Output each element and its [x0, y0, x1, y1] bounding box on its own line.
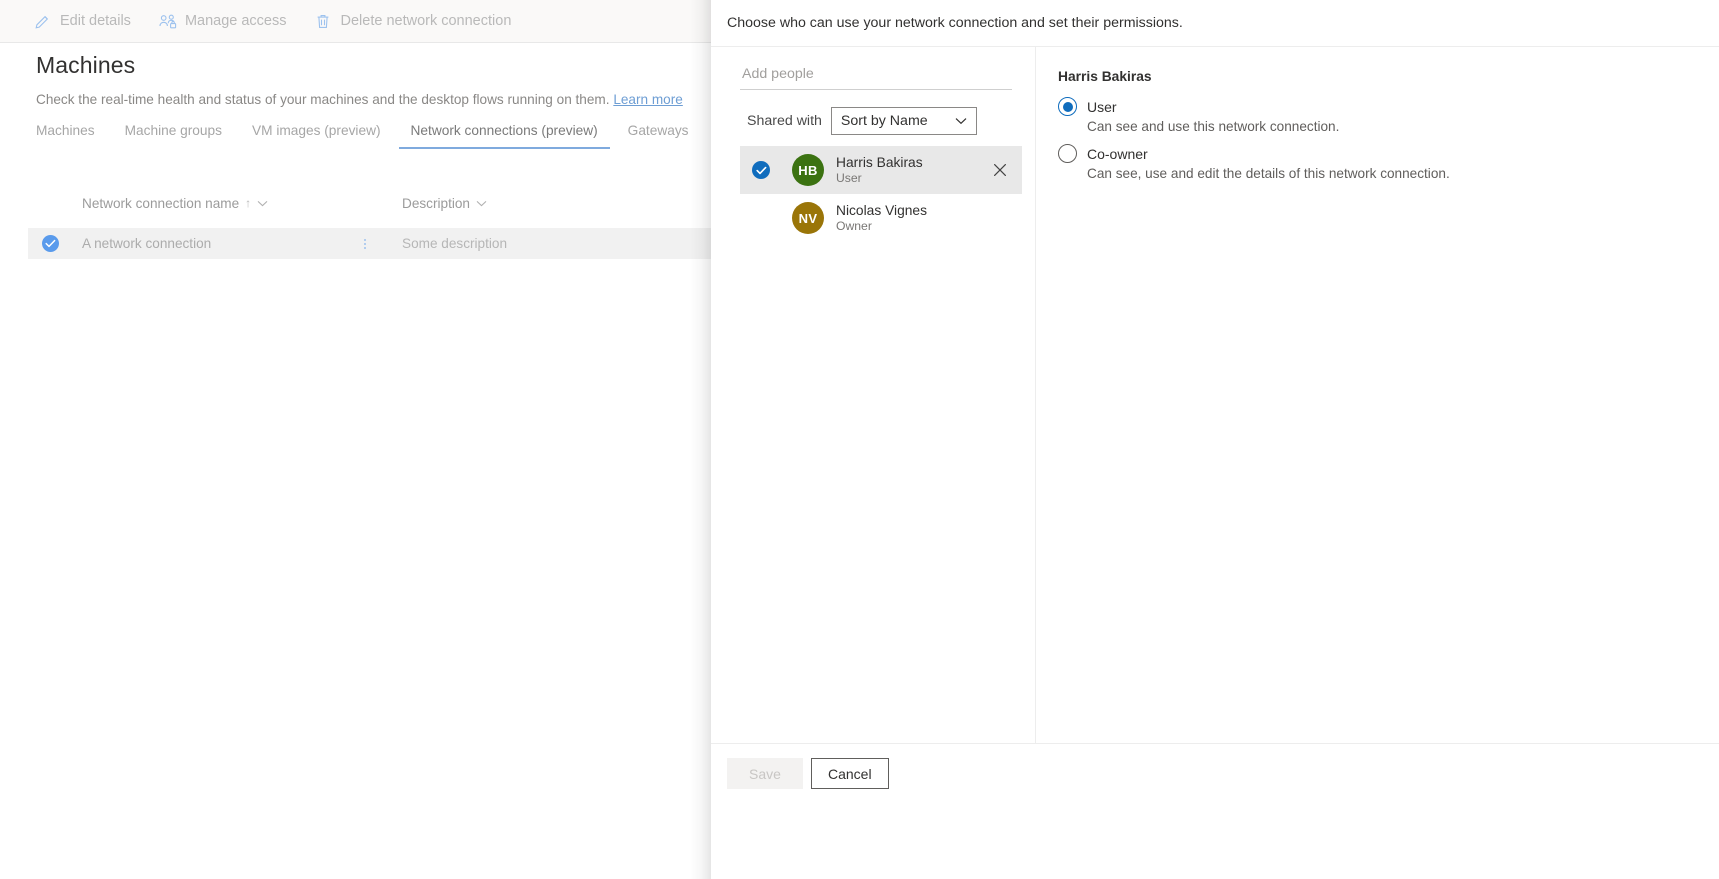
sort-ascending-icon: ↑ — [245, 196, 252, 210]
permissions-title: Harris Bakiras — [1058, 69, 1152, 84]
delete-network-connection-button[interactable]: Delete network connection — [315, 13, 512, 30]
chevron-down-icon[interactable] — [257, 200, 268, 207]
permission-option-co-owner[interactable]: Co-owner Can see, use and edit the detai… — [1058, 144, 1450, 181]
pencil-icon — [34, 13, 51, 30]
row-selected-check-icon[interactable] — [42, 235, 59, 252]
page-header: Machines Check the real-time health and … — [36, 52, 736, 109]
people-pane: Shared with Sort by Name HB — [711, 47, 1036, 743]
person-text: Nicolas Vignes Owner — [836, 203, 927, 234]
tab-machines[interactable]: Machines — [36, 118, 110, 149]
add-people-input[interactable] — [740, 61, 1012, 90]
people-list: HB Harris Bakiras User NV Nicolas Vignes… — [740, 146, 1022, 242]
permission-option-user-label: User — [1087, 98, 1117, 115]
chevron-down-icon[interactable] — [476, 200, 487, 207]
delete-network-connection-label: Delete network connection — [340, 13, 512, 29]
permission-option-co-owner-description: Can see, use and edit the details of thi… — [1087, 166, 1450, 181]
avatar: HB — [792, 154, 824, 186]
permission-option-user-description: Can see and use this network connection. — [1087, 119, 1340, 134]
permissions-options: User Can see and use this network connec… — [1058, 97, 1450, 191]
cancel-button[interactable]: Cancel — [811, 758, 889, 789]
tab-bar: Machines Machine groups VM images (previ… — [36, 118, 704, 149]
radio-user[interactable] — [1058, 97, 1077, 116]
column-header-name-label: Network connection name — [82, 195, 240, 211]
row-network-connection-name: A network connection — [82, 236, 212, 251]
edit-details-button[interactable]: Edit details — [34, 13, 131, 30]
remove-person-icon[interactable] — [992, 162, 1008, 178]
panel-body: Shared with Sort by Name HB — [711, 47, 1719, 743]
tab-vm-images[interactable]: VM images (preview) — [237, 118, 396, 149]
manage-access-button[interactable]: Manage access — [159, 13, 287, 30]
panel-header: Choose who can use your network connecti… — [711, 0, 1719, 47]
panel-header-text: Choose who can use your network connecti… — [727, 15, 1183, 31]
shared-with-row: Shared with Sort by Name — [747, 107, 977, 135]
manage-access-panel: Choose who can use your network connecti… — [711, 0, 1719, 879]
tab-network-connections[interactable]: Network connections (preview) — [396, 118, 613, 149]
person-name: Nicolas Vignes — [836, 202, 928, 218]
shared-with-label: Shared with — [747, 113, 822, 129]
edit-details-label: Edit details — [60, 13, 131, 29]
column-header-description[interactable]: Description — [402, 196, 487, 211]
learn-more-link[interactable]: Learn more — [613, 92, 683, 107]
permission-option-co-owner-label: Co-owner — [1087, 145, 1148, 162]
column-header-description-label: Description — [402, 195, 470, 211]
save-button[interactable]: Save — [727, 758, 803, 789]
person-name: Harris Bakiras — [836, 154, 923, 170]
person-role: User — [836, 171, 862, 186]
column-header-network-connection-name[interactable]: Network connection name ↑ — [82, 196, 268, 211]
machines-page: Edit details Manage access Delete networ… — [0, 0, 780, 879]
permissions-pane: Harris Bakiras User Can see and use this… — [1036, 47, 1719, 743]
manage-access-icon — [159, 13, 177, 30]
sort-dropdown-value: Sort by Name — [840, 113, 928, 129]
page-title: Machines — [36, 52, 136, 78]
chevron-down-icon — [955, 117, 967, 125]
row-more-actions-icon[interactable] — [358, 236, 372, 252]
command-bar: Edit details Manage access Delete networ… — [0, 0, 780, 43]
permission-option-user[interactable]: User Can see and use this network connec… — [1058, 97, 1450, 134]
manage-access-label: Manage access — [184, 13, 287, 29]
tab-gateways[interactable]: Gateways — [613, 118, 704, 149]
person-row-harris-bakiras[interactable]: HB Harris Bakiras User — [740, 146, 1022, 194]
table-header: Network connection name ↑ Description — [0, 188, 780, 218]
row-description: Some description — [402, 236, 508, 251]
tab-machine-groups[interactable]: Machine groups — [110, 118, 237, 149]
permission-option-co-owner-head: Co-owner — [1058, 144, 1450, 163]
table-row[interactable]: A network connection Some description — [28, 228, 780, 259]
person-row-nicolas-vignes[interactable]: NV Nicolas Vignes Owner — [740, 194, 1022, 242]
person-text: Harris Bakiras User — [836, 155, 923, 186]
person-role: Owner — [836, 219, 872, 234]
add-people-field-wrap — [740, 61, 1012, 90]
panel-footer: Save Cancel — [711, 743, 1719, 879]
page-subtitle-text: Check the real-time health and status of… — [36, 92, 610, 107]
app-root: Edit details Manage access Delete networ… — [0, 0, 1719, 879]
person-selected-check-icon — [752, 161, 770, 179]
permission-option-user-head: User — [1058, 97, 1450, 116]
radio-co-owner[interactable] — [1058, 144, 1077, 163]
footer-buttons: Save Cancel — [727, 758, 889, 789]
sort-dropdown[interactable]: Sort by Name — [830, 107, 977, 135]
trash-icon — [315, 13, 332, 30]
avatar: NV — [792, 202, 824, 234]
page-subtitle: Check the real-time health and status of… — [36, 91, 736, 109]
